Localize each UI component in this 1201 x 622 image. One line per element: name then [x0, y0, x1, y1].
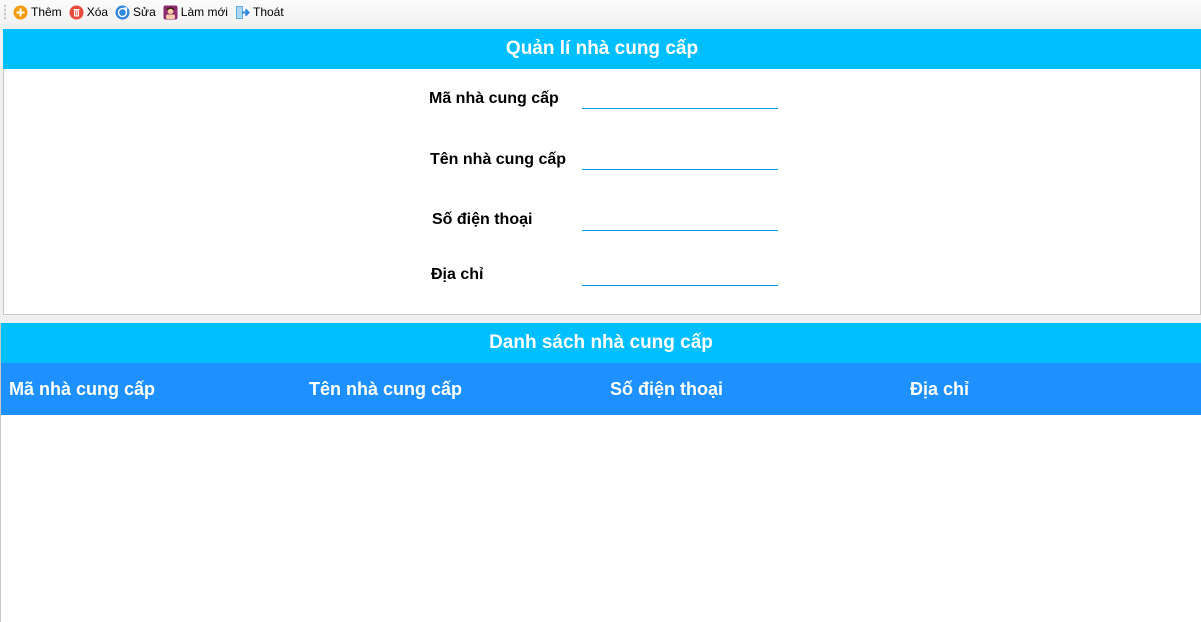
supplier-id-input[interactable] — [582, 88, 778, 109]
column-header-phone[interactable]: Số điện thoại — [610, 379, 723, 400]
edit-button-label: Sửa — [133, 5, 156, 19]
supplier-list-panel: Danh sách nhà cung cấp Mã nhà cung cấp T… — [0, 323, 1201, 622]
refresh-icon — [163, 5, 178, 20]
edit-icon — [115, 5, 130, 20]
refresh-button-label: Làm mới — [180, 5, 228, 19]
phone-input[interactable] — [582, 210, 778, 231]
column-header-address[interactable]: Địa chỉ — [910, 379, 969, 400]
add-button-label: Thêm — [31, 5, 62, 19]
address-label: Địa chỉ — [431, 266, 484, 283]
address-input[interactable] — [582, 265, 778, 286]
trash-icon — [69, 5, 84, 20]
edit-button[interactable]: Sửa — [113, 2, 159, 22]
form-title-bar: Quản lí nhà cung cấp — [3, 29, 1201, 69]
refresh-button[interactable]: Làm mới — [161, 2, 231, 22]
supplier-id-label: Mã nhà cung cấp — [429, 90, 559, 107]
delete-button-label: Xóa — [86, 5, 109, 19]
column-header-supplier-name[interactable]: Tên nhà cung cấp — [309, 379, 462, 400]
grid-body[interactable] — [1, 415, 1201, 622]
exit-button-label: Thoát — [252, 5, 284, 19]
supplier-name-label: Tên nhà cung cấp — [430, 151, 567, 168]
grid-header: Mã nhà cung cấp Tên nhà cung cấp Số điện… — [1, 363, 1201, 415]
form-title: Quản lí nhà cung cấp — [505, 38, 699, 59]
exit-button[interactable]: Thoát — [233, 2, 287, 22]
supplier-form-panel: Quản lí nhà cung cấp Mã nhà cung cấp Tên… — [3, 29, 1201, 315]
column-header-supplier-id[interactable]: Mã nhà cung cấp — [9, 379, 155, 400]
toolbar: Thêm Xóa Sửa Làm mới Thoát — [0, 0, 1201, 24]
add-button[interactable]: Thêm — [11, 2, 65, 22]
supplier-name-input[interactable] — [582, 149, 778, 170]
exit-icon — [235, 5, 250, 20]
list-title-bar: Danh sách nhà cung cấp — [1, 323, 1201, 363]
phone-label: Số điện thoại — [432, 211, 533, 228]
delete-button[interactable]: Xóa — [67, 2, 111, 22]
add-icon — [13, 5, 28, 20]
list-title: Danh sách nhà cung cấp — [489, 332, 713, 353]
toolbar-grip[interactable] — [4, 4, 6, 20]
